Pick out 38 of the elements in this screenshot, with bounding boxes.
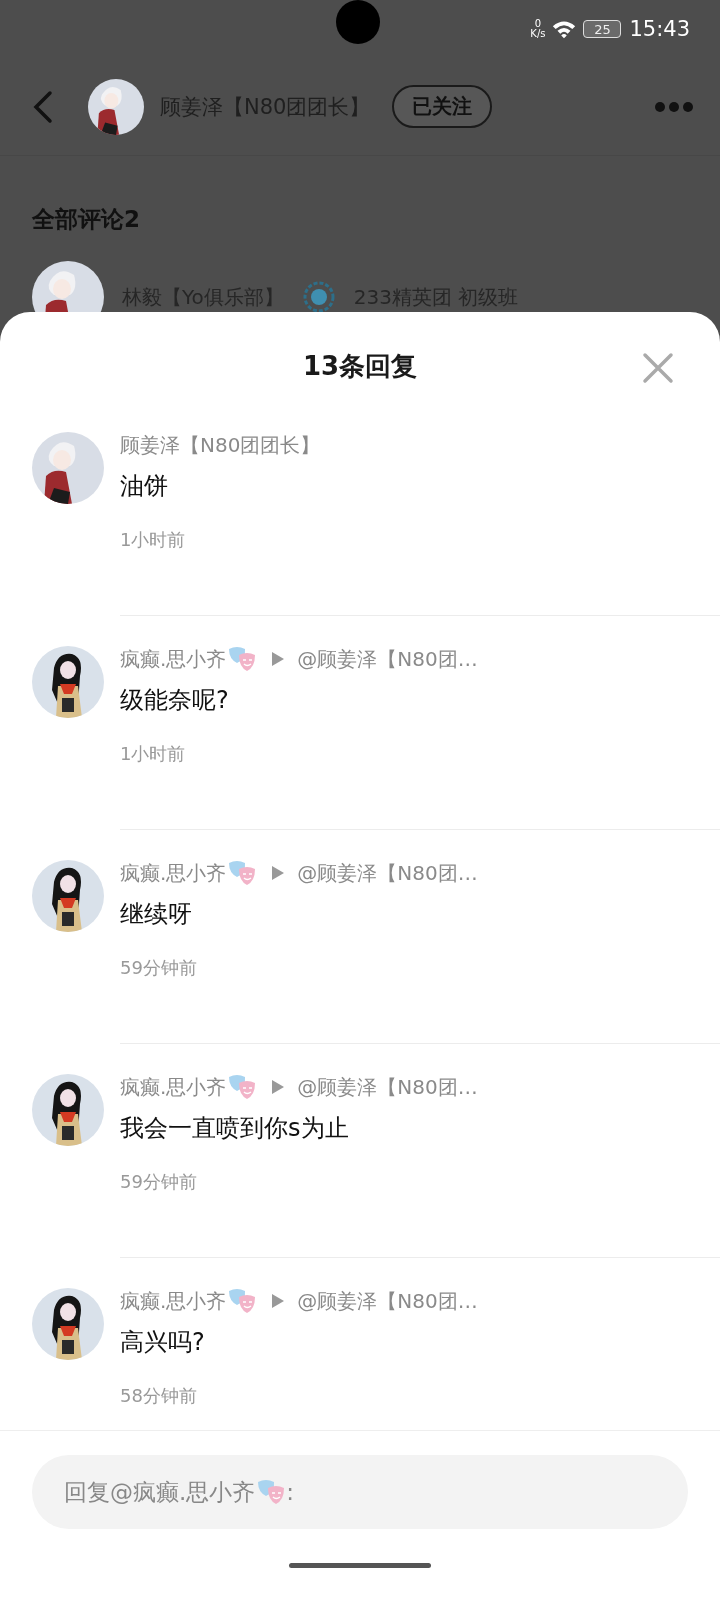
reply-time: 1小时前 (120, 742, 187, 766)
reply-time: 59分钟前 (120, 1170, 198, 1194)
reply-prompt-colon: : (286, 1479, 295, 1505)
reply-time: 1小时前 (120, 528, 187, 552)
reply-arrow-icon (271, 651, 286, 667)
close-icon (642, 352, 674, 384)
reply-arrow-icon (271, 1293, 286, 1309)
reply-text: 级能奈呢? (120, 685, 230, 716)
commenter-name: 疯癫.思小齐 (120, 859, 227, 887)
reply-prompt: 回复@疯癫.思小齐 (64, 1477, 256, 1507)
battery-level: 25 (583, 20, 622, 38)
badge-icon (301, 280, 336, 312)
reply-target[interactable]: @顾姜泽【N80团… (297, 1287, 478, 1315)
commenter-name: 疯癫.思小齐 (120, 1287, 227, 1315)
close-button[interactable] (642, 352, 674, 384)
reply-text: 我会一直喷到你s为止 (120, 1113, 350, 1144)
commenter-name: 顾姜泽【N80团团长】 (120, 431, 321, 459)
reply-text: 继续呀 (120, 899, 193, 930)
reply-arrow-icon (271, 1079, 286, 1095)
following-button[interactable]: 已关注 (392, 85, 493, 128)
commenter-name: 疯癫.思小齐 (120, 645, 227, 673)
reply-target[interactable]: @顾姜泽【N80团… (297, 645, 478, 673)
comments-heading: 全部评论2 (31, 205, 141, 234)
reply-time: 59分钟前 (120, 956, 198, 980)
reply-arrow-icon (271, 865, 286, 881)
network-speed-unit: K/s (530, 29, 546, 39)
sheet-title: 13条回复 (302, 349, 418, 383)
reply-input-field[interactable]: 回复@疯癫.思小齐 : (32, 1455, 688, 1529)
more-icon[interactable] (654, 100, 694, 113)
reply-target[interactable]: @顾姜泽【N80团… (297, 1073, 478, 1101)
reply-text: 油饼 (120, 471, 169, 502)
reply-text: 高兴吗? (120, 1327, 206, 1358)
reply-time: 58分钟前 (120, 1384, 198, 1408)
reply-target[interactable]: @顾姜泽【N80团… (297, 859, 478, 887)
network-speed: 0 (534, 19, 542, 29)
status-time: 15:43 (629, 17, 690, 41)
camera-cutout (336, 0, 380, 44)
commenter-name: 疯癫.思小齐 (120, 1073, 227, 1101)
